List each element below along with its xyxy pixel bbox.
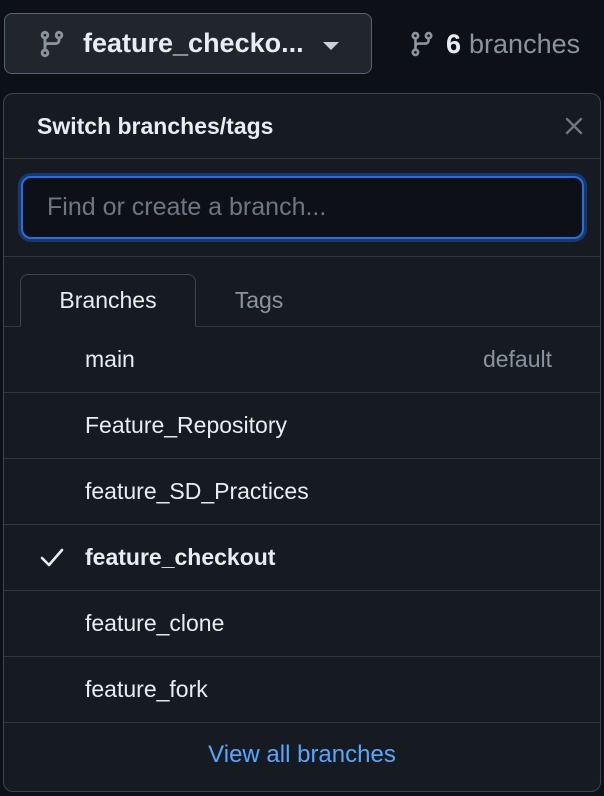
filter-area — [4, 159, 600, 257]
view-all-branches-link[interactable]: View all branches — [4, 723, 600, 787]
dropdown-header: Switch branches/tags — [4, 94, 600, 159]
branch-name: feature_fork — [85, 676, 208, 702]
git-branch-icon — [408, 30, 436, 58]
branch-list: main default Feature_Repository feature_… — [4, 327, 600, 723]
tab-tags[interactable]: Tags — [204, 274, 314, 327]
branch-item-main[interactable]: main default — [4, 327, 600, 393]
git-branch-icon — [37, 29, 67, 59]
branch-count-number: 6 — [446, 28, 462, 59]
branch-name: Feature_Repository — [85, 412, 287, 438]
check-icon — [38, 545, 66, 571]
branches-count-link[interactable]: 6 branches — [408, 24, 580, 64]
branch-select-button[interactable]: feature_checko... — [4, 13, 372, 74]
branch-name: feature_checkout — [85, 544, 276, 570]
branch-item-feature-fork[interactable]: feature_fork — [4, 657, 600, 723]
caret-down-icon — [323, 42, 339, 50]
tab-branches[interactable]: Branches — [20, 274, 196, 327]
branch-name: main — [85, 346, 135, 372]
close-icon[interactable] — [562, 114, 586, 138]
current-branch-label: feature_checko... — [83, 28, 304, 58]
branch-name: feature_SD_Practices — [85, 478, 309, 504]
tabs-row: Branches Tags — [4, 257, 600, 327]
branch-switcher-dropdown: Switch branches/tags Branches Tags main … — [3, 93, 601, 792]
branch-item-feature-repository[interactable]: Feature_Repository — [4, 393, 600, 459]
default-badge: default — [482, 346, 552, 372]
repo-toolbar: feature_checko... 6 branches — [0, 0, 604, 90]
branch-count-label: branches — [469, 28, 581, 59]
branch-item-feature-sd-practices[interactable]: feature_SD_Practices — [4, 459, 600, 525]
branch-name: feature_clone — [85, 610, 225, 636]
branch-item-feature-clone[interactable]: feature_clone — [4, 591, 600, 657]
dropdown-title: Switch branches/tags — [37, 112, 274, 139]
branch-search-input[interactable] — [21, 176, 584, 239]
branch-item-feature-checkout[interactable]: feature_checkout — [4, 525, 600, 591]
